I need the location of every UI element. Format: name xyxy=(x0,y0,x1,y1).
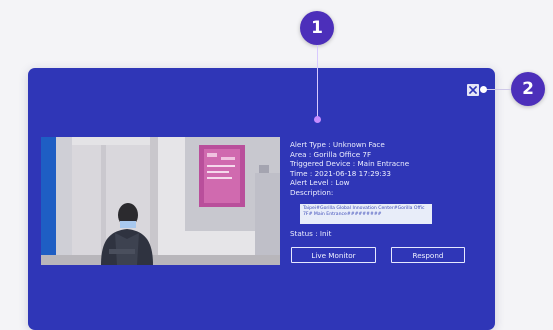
camera-frame xyxy=(41,137,280,265)
alert-time: Time : 2021-06-18 17:29:33 xyxy=(290,168,391,178)
alert-level: Alert Level : Low xyxy=(290,178,350,188)
alert-status: Status : Init xyxy=(290,229,332,238)
close-icon xyxy=(468,85,478,95)
alert-area: Area : Gorilla Office 7F xyxy=(290,149,372,159)
alert-type: Alert Type : Unknown Face xyxy=(290,140,385,149)
alert-details: Alert Type : Unknown Face Area : Gorilla… xyxy=(290,140,490,198)
callout-badge-2: 2 xyxy=(511,72,545,106)
live-monitor-button[interactable]: Live Monitor xyxy=(291,247,376,263)
description-label: Description: xyxy=(290,187,334,197)
callout-dot-2 xyxy=(480,86,487,93)
triggered-device: Triggered Device : Main Entracne xyxy=(290,159,410,169)
camera-snapshot xyxy=(41,137,280,265)
close-button[interactable] xyxy=(467,84,479,96)
callout-line-2 xyxy=(483,89,511,90)
callout-badge-1: 1 xyxy=(300,11,334,45)
respond-button[interactable]: Respond xyxy=(391,247,465,263)
callout-dot-1 xyxy=(314,116,321,123)
callout-line-1 xyxy=(317,45,318,117)
description-box: Taipei#Gorilla Global Innovation Center#… xyxy=(300,204,432,224)
page: 1 2 Alert Type: Unknown Face Area: Gor… xyxy=(0,0,553,330)
